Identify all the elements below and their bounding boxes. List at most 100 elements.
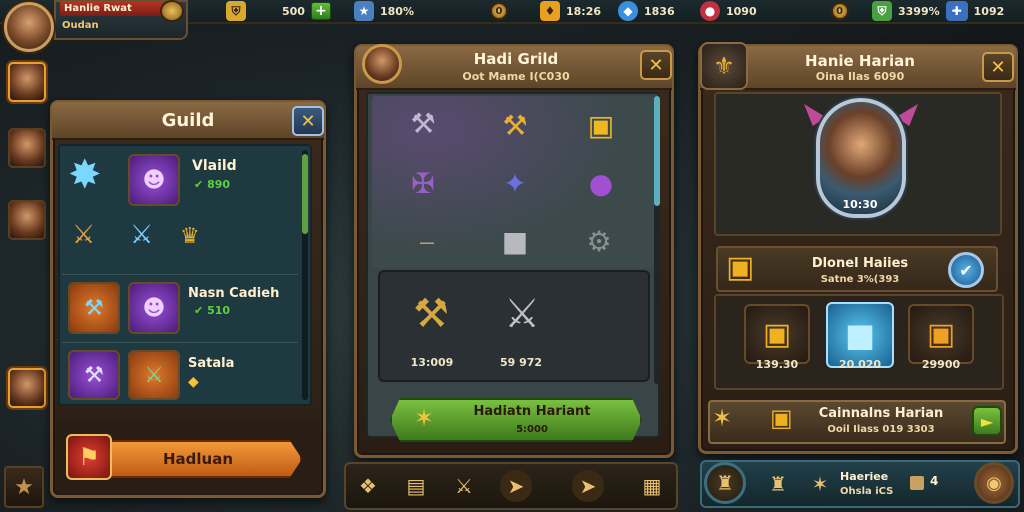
green-shield-icon: ⛨	[872, 1, 892, 21]
resource-gold-gem: ♦ 18:26	[540, 0, 601, 22]
resource-value: 1836	[644, 4, 675, 18]
member-weapon-slot-2[interactable]: ⚒	[68, 282, 120, 334]
reward-value-2: 20 020	[838, 358, 882, 371]
guild-action-button[interactable]: Hadluan	[94, 440, 302, 478]
swords-icon[interactable]: ⚔	[448, 470, 480, 502]
star-icon: ✶	[414, 404, 435, 432]
reward-slot-3[interactable]: ▣	[908, 304, 974, 364]
member-avatar-2[interactable]: ☻	[128, 282, 180, 334]
star-badge-icon: ✶	[712, 404, 733, 432]
member-score-1: ✔ 890	[194, 178, 231, 191]
row-divider	[62, 342, 298, 343]
check-icon: ✔	[194, 304, 204, 317]
blue-crest-icon: ★	[354, 1, 374, 21]
profile-avatar[interactable]	[4, 2, 54, 52]
featured-value-2: 59 972	[499, 356, 543, 369]
castle-icon[interactable]: ♜	[704, 462, 746, 504]
scroll-icon[interactable]: ▤	[400, 470, 432, 502]
toolbar-count: 4	[930, 474, 939, 488]
club-icon[interactable]: ⎯	[404, 218, 450, 264]
member-name-2: Nasn Cadieh	[188, 286, 280, 301]
profile-subtitle: Oudan	[62, 20, 99, 31]
hero-close-button[interactable]: ✕	[982, 52, 1014, 82]
reward-value-1: 139.30	[755, 358, 799, 371]
resource-green-shield: ⛨ 3399% ✚ 1092	[872, 0, 1004, 22]
blue-diamond-icon: ◆	[618, 1, 638, 21]
member-name-1: Vlaild	[192, 158, 237, 174]
banner-icon: ⚑	[66, 434, 112, 480]
side-avatar-2[interactable]	[8, 128, 46, 168]
sparkle-icon: ✸	[68, 152, 102, 198]
member-name-3: Satala	[188, 356, 235, 371]
gift-box-icon: ▣	[726, 250, 755, 285]
side-avatar-3[interactable]	[8, 200, 46, 240]
claim-arrow-button[interactable]: ►	[972, 406, 1002, 436]
hero-title: Hanie Harian	[805, 52, 915, 70]
hero-subtitle: Oina Ilas 6090	[815, 70, 905, 83]
quest-icon[interactable]: ➤	[572, 470, 604, 502]
inventory-subtitle: Oot Mame I(C030	[462, 70, 570, 83]
battle-axe-icon[interactable]: ⚔	[482, 282, 562, 346]
purple-orb-icon[interactable]: ●	[578, 160, 624, 206]
add-gold-button[interactable]: +	[310, 2, 331, 20]
guild-close-button[interactable]: ✕	[292, 106, 324, 136]
resource-red-crest: ● 1090 0	[700, 0, 849, 22]
hero-value: 10:30	[842, 198, 878, 211]
inventory-scrollbar-thumb[interactable]	[654, 96, 660, 206]
member-avatar-1[interactable]: ☻	[128, 154, 180, 206]
resource-blue-crest: ★ 180% 0	[354, 0, 508, 22]
upgrade-label: Hadiatn Hariant	[473, 404, 591, 419]
resource-value: 3399%	[898, 4, 940, 18]
claim-subtitle: Ooil Ilass 019 3303	[827, 424, 935, 435]
crate-icon	[910, 476, 924, 490]
resource-value: 500	[282, 4, 305, 18]
resource-value: 1092	[973, 4, 1005, 18]
gold-armor-icon: ♛	[180, 224, 200, 249]
guild-emblem-icon: ⚜	[700, 42, 748, 90]
staff-icon: ⚔	[130, 220, 154, 250]
reward-title: Dlonel Haiies	[811, 256, 909, 271]
member-item-slot-3[interactable]: ⚔	[128, 350, 180, 400]
axe-icon[interactable]: ⚒	[400, 100, 446, 146]
verified-check-icon[interactable]: ✔	[948, 252, 984, 288]
gold-mace-icon[interactable]: ⚒	[396, 282, 466, 346]
toolbar-label: Haeriee	[840, 470, 889, 483]
hero-toolbar	[700, 460, 1020, 508]
claim-title: Cainnalns Harian	[818, 406, 944, 421]
bag-icon[interactable]: ◉	[974, 462, 1014, 504]
red-crest-icon: ●	[700, 1, 720, 21]
shield-gear-icon[interactable]: ⚙	[576, 218, 622, 264]
blue-cross-icon[interactable]: ✚	[945, 1, 968, 21]
chest-icon: ▣	[770, 404, 793, 432]
reward-slot-1[interactable]: ▣	[744, 304, 810, 364]
featured-value-1: 13:009	[410, 356, 454, 369]
upgrade-sublabel: 5:000	[516, 424, 548, 435]
crest-info-button-2[interactable]: 0	[830, 2, 849, 20]
inventory-close-button[interactable]: ✕	[640, 50, 672, 80]
stone-block-icon[interactable]: ■	[492, 218, 538, 264]
shop-icon[interactable]: ▦	[636, 470, 668, 502]
resource-value: 1090	[726, 4, 757, 18]
guild-title: Guild	[52, 102, 324, 140]
orb-staff-icon[interactable]: ✦	[492, 160, 538, 206]
row-divider	[62, 274, 298, 275]
side-avatar-4[interactable]	[8, 368, 46, 408]
toolbar-sublabel: Ohsla iCS	[840, 486, 894, 497]
crossbow-icon[interactable]: ✠	[400, 160, 446, 206]
gold-shield-icon: ⛨	[226, 1, 246, 21]
resource-blue-diamond: ◆ 1836	[618, 0, 675, 22]
guild-scrollbar-thumb[interactable]	[302, 154, 308, 234]
profile-menu-button[interactable]	[160, 0, 184, 22]
resource-value: 180%	[380, 4, 414, 18]
side-avatar-1[interactable]	[8, 62, 46, 102]
member-weapon-slot-3[interactable]: ⚒	[68, 350, 120, 400]
map-icon[interactable]: ❖	[352, 470, 384, 502]
compass-icon[interactable]: ➤	[500, 470, 532, 502]
crest-info-button[interactable]: 0	[489, 2, 508, 20]
hammer-icon[interactable]: ⚒	[492, 102, 538, 148]
achievement-star-icon[interactable]: ✶	[804, 468, 836, 500]
trophy-icon[interactable]: ♜	[762, 468, 794, 500]
home-icon[interactable]: ★	[4, 466, 44, 508]
sword-icon: ⚔	[72, 220, 96, 250]
treasure-chest-icon[interactable]: ▣	[578, 102, 624, 148]
